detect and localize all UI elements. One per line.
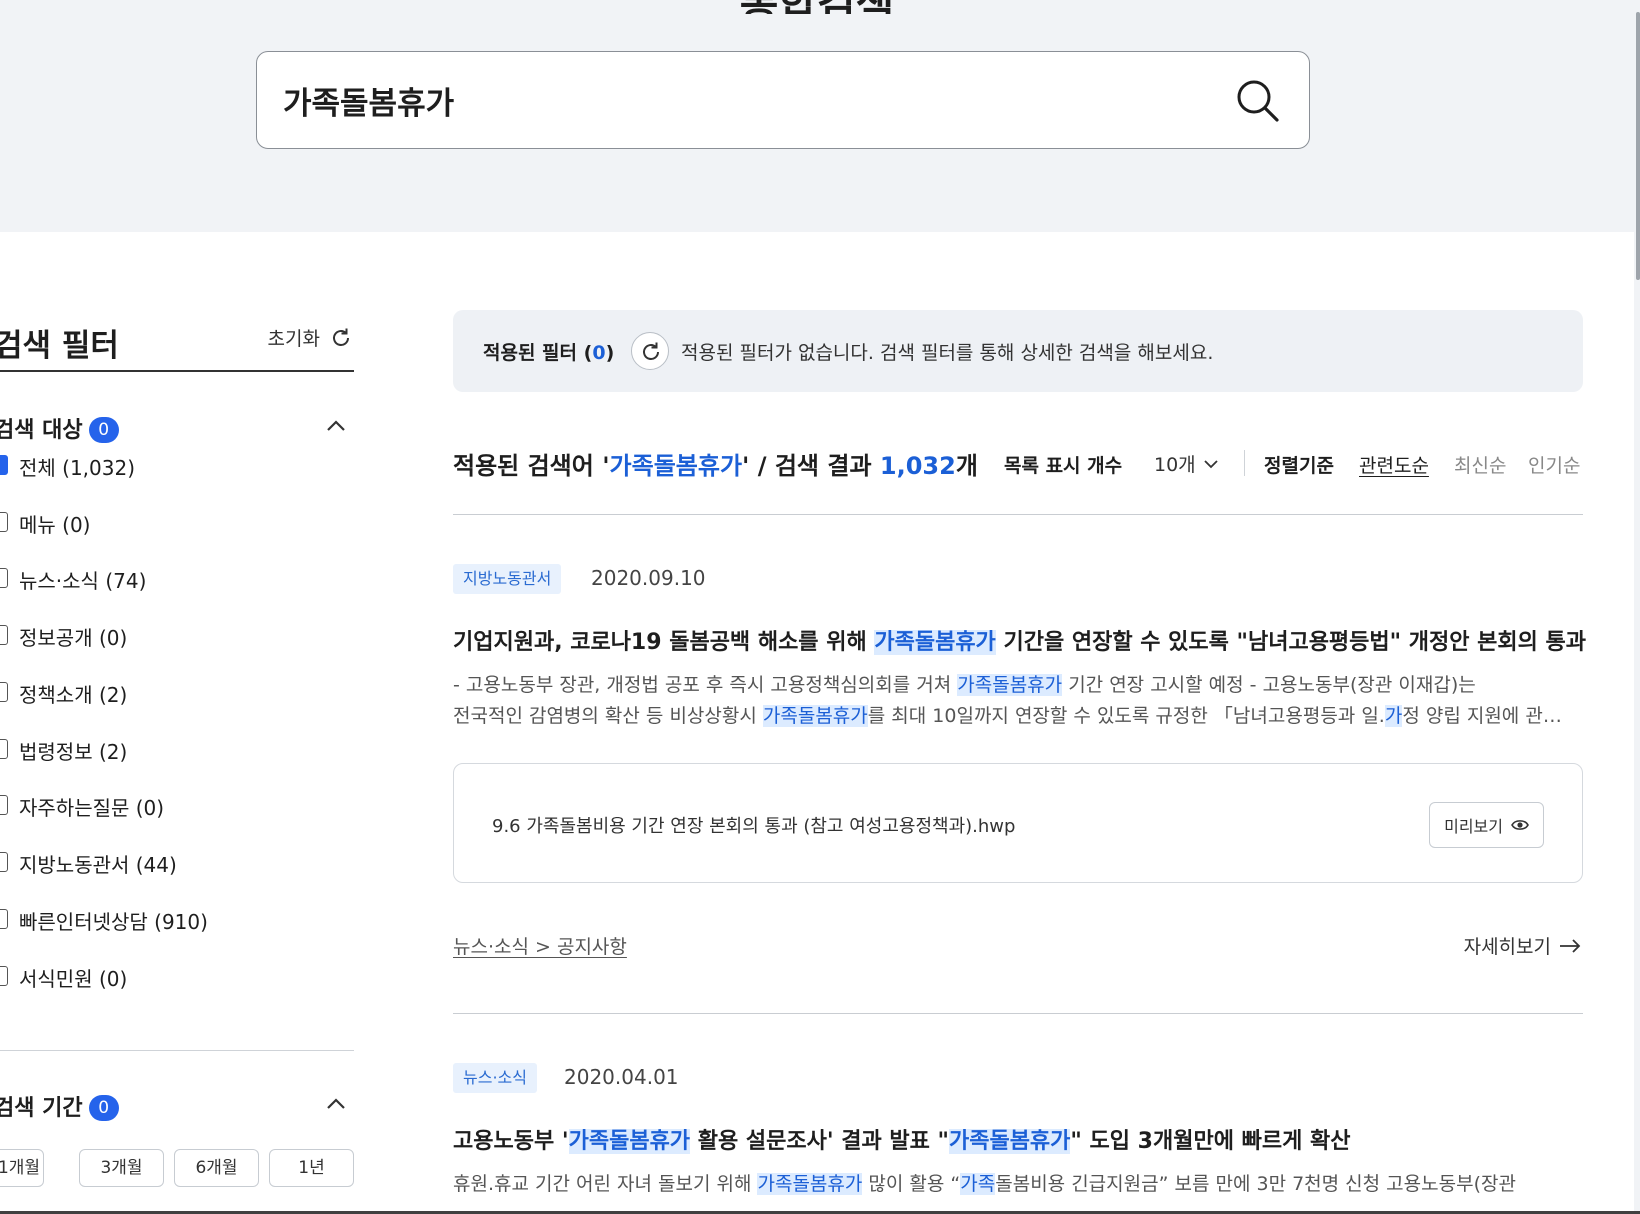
preview-button[interactable]: 미리보기 bbox=[1429, 802, 1544, 848]
target-section-header[interactable]: 검색 대상 0 bbox=[0, 410, 354, 446]
search-box bbox=[256, 51, 1310, 149]
result-date: 2020.09.10 bbox=[591, 566, 706, 590]
checkbox[interactable] bbox=[0, 795, 8, 815]
checkbox[interactable] bbox=[0, 512, 8, 532]
refresh-icon bbox=[333, 328, 349, 346]
result-description: 휴원.휴교 기간 어린 자녀 돌보기 위해 가족돌봄휴가 많이 활용 “가족돌봄… bbox=[453, 1173, 1516, 1195]
reset-label: 초기화 bbox=[267, 328, 320, 350]
search-input[interactable] bbox=[283, 72, 1183, 128]
result-date: 2020.04.01 bbox=[564, 1065, 679, 1089]
sort-latest[interactable]: 최신순 bbox=[1454, 451, 1506, 478]
sort-label: 정렬기준 bbox=[1264, 455, 1334, 477]
scrollbar-thumb[interactable] bbox=[1636, 12, 1640, 280]
results-header: 적용된 검색어 '가족돌봄휴가' / 검색 결과 1,032개 목록 표시 개수… bbox=[453, 446, 1583, 496]
results-divider bbox=[453, 514, 1583, 515]
checkbox[interactable] bbox=[0, 625, 8, 645]
refresh-icon bbox=[643, 342, 659, 360]
checkbox[interactable] bbox=[0, 909, 8, 929]
period-3m-button[interactable]: 3개월 bbox=[79, 1149, 164, 1187]
search-header: 통합검색 bbox=[0, 0, 1634, 232]
checkbox[interactable] bbox=[0, 682, 8, 702]
applied-filter-label: 적용된 필터 (0) bbox=[483, 342, 615, 364]
checkbox[interactable] bbox=[0, 966, 8, 986]
results-summary: 적용된 검색어 '가족돌봄휴가' / 검색 결과 1,032개 bbox=[453, 452, 978, 480]
list-count-label: 목록 표시 개수 bbox=[1004, 455, 1123, 477]
result-title[interactable]: 고용노동부 '가족돌봄휴가 활용 설문조사' 결과 발표 "가족돌봄휴가" 도입… bbox=[453, 1123, 1350, 1155]
category-badge: 지방노동관서 bbox=[453, 564, 562, 594]
period-1y-button[interactable]: 1년 bbox=[269, 1149, 354, 1187]
checkbox[interactable] bbox=[0, 568, 8, 588]
period-1m-button[interactable]: 1개월 bbox=[0, 1149, 44, 1187]
results-divider bbox=[453, 1013, 1583, 1014]
sort-popular[interactable]: 인기순 bbox=[1528, 451, 1580, 478]
category-badge: 뉴스·소식 bbox=[453, 1063, 537, 1093]
search-button[interactable] bbox=[1235, 78, 1281, 124]
target-count-badge: 0 bbox=[88, 417, 119, 443]
checkbox[interactable] bbox=[0, 852, 8, 872]
arrow-right-icon bbox=[1560, 938, 1581, 953]
detail-link[interactable]: 자세히보기 bbox=[1464, 932, 1581, 959]
period-count-badge: 0 bbox=[88, 1095, 119, 1121]
target-section-title: 검색 대상 0 bbox=[0, 412, 119, 444]
checkbox-checked[interactable] bbox=[0, 455, 8, 475]
section-divider bbox=[0, 1050, 354, 1051]
period-section-header[interactable]: 검색 기간 0 bbox=[0, 1088, 354, 1124]
attachment-name[interactable]: 9.6 가족돌봄비용 기간 연장 본회의 통과 (참고 여성고용정책과).hwp bbox=[492, 812, 1015, 838]
breadcrumb[interactable]: 뉴스·소식 > 공지사항 bbox=[453, 932, 627, 959]
chevron-up-icon[interactable] bbox=[326, 1094, 346, 1114]
period-6m-button[interactable]: 6개월 bbox=[174, 1149, 259, 1187]
result-description: - 고용노동부 장관, 개정법 공포 후 즉시 고용정책심의회를 거쳐 가족돌봄… bbox=[453, 674, 1573, 727]
eye-icon bbox=[1511, 820, 1529, 830]
period-section-title: 검색 기간 0 bbox=[0, 1090, 119, 1122]
attachment-box: 9.6 가족돌봄비용 기간 연장 본회의 통과 (참고 여성고용정책과).hwp… bbox=[453, 763, 1583, 883]
chevron-up-icon[interactable] bbox=[326, 416, 346, 436]
checkbox[interactable] bbox=[0, 739, 8, 759]
page-title-clip: 통합검색 bbox=[0, 0, 1634, 14]
result-title[interactable]: 기업지원과, 코로나19 돌봄공백 해소를 위해 가족돌봄휴가 기간을 연장할 … bbox=[453, 624, 1586, 656]
filter-title: 검색 필터 bbox=[0, 328, 119, 364]
search-icon bbox=[1237, 80, 1279, 122]
sort-relevance[interactable]: 관련도순 bbox=[1359, 451, 1429, 478]
filter-refresh-button[interactable] bbox=[631, 332, 669, 370]
list-count-select[interactable]: 10개 bbox=[1154, 450, 1218, 477]
applied-filter-message: 적용된 필터가 없습니다. 검색 필터를 통해 상세한 검색을 해보세요. bbox=[681, 342, 1214, 364]
filter-header: 검색 필터 초기화 bbox=[0, 320, 354, 372]
chevron-down-icon bbox=[1204, 459, 1218, 468]
page-title: 통합검색 bbox=[0, 0, 1634, 14]
scrollbar[interactable] bbox=[1634, 0, 1640, 1214]
applied-filter-bar: 적용된 필터 (0) 적용된 필터가 없습니다. 검색 필터를 통해 상세한 검… bbox=[453, 310, 1583, 392]
header-separator bbox=[1244, 450, 1245, 476]
reset-button[interactable]: 초기화 bbox=[268, 324, 352, 351]
